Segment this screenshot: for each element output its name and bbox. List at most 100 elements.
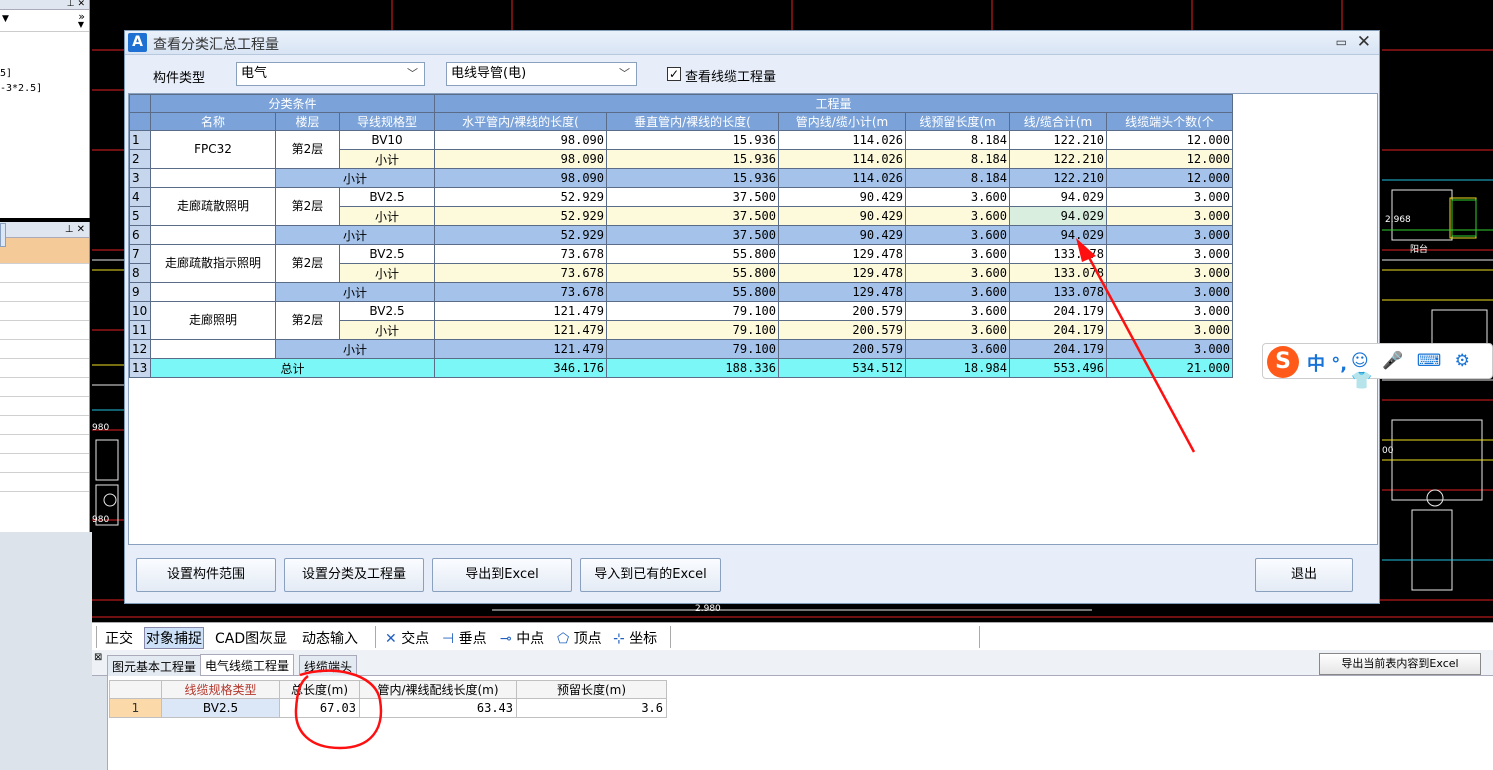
minimize-icon[interactable]: ▭ bbox=[1336, 35, 1347, 49]
quantity-cell[interactable]: 553.496 bbox=[1009, 358, 1107, 378]
quantity-cell[interactable]: 121.479 bbox=[434, 301, 607, 321]
dropdown-chevron-icon[interactable]: ▼ bbox=[78, 20, 84, 29]
quantity-cell[interactable]: 204.179 bbox=[1009, 339, 1107, 359]
panel-toggle-icon[interactable]: ⊠ bbox=[94, 652, 102, 663]
quantity-cell[interactable]: 37.500 bbox=[606, 225, 779, 245]
quantity-cell[interactable]: 37.500 bbox=[606, 187, 779, 207]
attr-row[interactable] bbox=[0, 321, 89, 340]
category-name-cell[interactable]: 走廊疏散照明 bbox=[150, 187, 276, 226]
object-snap-toggle[interactable]: 对象捕捉 bbox=[144, 627, 204, 649]
table-row[interactable]: 3 小计 98.090 15.936 114.026 8.184 122.210 12.000 bbox=[129, 168, 1233, 188]
spec-cell[interactable]: BV2.5 bbox=[339, 301, 435, 321]
spec-subtotal-cell[interactable]: 小计 bbox=[339, 263, 435, 283]
quantity-cell[interactable]: 3.600 bbox=[905, 244, 1010, 264]
quantity-cell[interactable]: 73.678 bbox=[434, 282, 607, 302]
quantity-cell[interactable]: 15.936 bbox=[606, 130, 779, 150]
quantity-cell[interactable]: 129.478 bbox=[778, 282, 906, 302]
set-category-button[interactable]: 设置分类及工程量 bbox=[284, 558, 424, 592]
reserve-length-cell[interactable]: 3.6 bbox=[516, 698, 667, 718]
quantity-cell[interactable]: 8.184 bbox=[905, 149, 1010, 169]
table-row[interactable]: 7 走廊疏散指示照明 第2层 BV2.5 73.678 55.800 129.478 3.60… bbox=[129, 244, 1233, 283]
table-row[interactable]: 1 BV2.5 67.03 63.43 3.6 bbox=[109, 698, 667, 718]
attr-row[interactable] bbox=[0, 223, 6, 247]
quantity-cell[interactable]: 121.479 bbox=[434, 320, 607, 340]
quantity-cell[interactable]: 204.179 bbox=[1009, 320, 1107, 340]
attr-row[interactable] bbox=[0, 238, 89, 264]
attr-row[interactable] bbox=[0, 397, 89, 416]
tab-basic-quantity[interactable]: 图元基本工程量 bbox=[107, 655, 202, 676]
table-row[interactable]: 12 小计 121.479 79.100 200.579 3.600 204.179 3.00… bbox=[129, 339, 1233, 359]
quantity-cell[interactable]: 79.100 bbox=[606, 320, 779, 340]
ime-mode[interactable]: 中 °, bbox=[1307, 350, 1347, 376]
quantity-cell[interactable]: 114.026 bbox=[778, 149, 906, 169]
quantity-cell[interactable]: 121.479 bbox=[434, 339, 607, 359]
intersection-snap[interactable]: ✕ 交点 bbox=[385, 628, 429, 648]
quantity-cell[interactable]: 55.800 bbox=[606, 244, 779, 264]
quantity-cell[interactable]: 133.078 bbox=[1009, 282, 1107, 302]
quantity-cell[interactable]: 3.000 bbox=[1106, 225, 1233, 245]
quantity-cell[interactable]: 90.429 bbox=[778, 225, 906, 245]
column-header[interactable]: 楼层 bbox=[275, 112, 340, 131]
quantity-cell[interactable]: 8.184 bbox=[905, 168, 1010, 188]
quantity-cell[interactable]: 200.579 bbox=[778, 339, 906, 359]
column-header[interactable]: 名称 bbox=[150, 112, 276, 131]
quantity-cell[interactable]: 52.929 bbox=[434, 225, 607, 245]
quantity-cell[interactable]: 3.000 bbox=[1106, 301, 1233, 321]
inner-length-cell[interactable]: 63.43 bbox=[359, 698, 517, 718]
tab-cable-quantity[interactable]: 电气线缆工程量 bbox=[200, 654, 295, 675]
category-name-cell[interactable]: 走廊疏散指示照明 bbox=[150, 244, 276, 283]
attr-row[interactable] bbox=[0, 378, 89, 397]
quantity-cell[interactable]: 15.936 bbox=[606, 168, 779, 188]
table-row[interactable]: 6 小计 52.929 37.500 90.429 3.600 94.029 3.000 bbox=[129, 225, 1233, 245]
quantity-cell[interactable]: 188.336 bbox=[606, 358, 779, 378]
quantity-cell[interactable]: 204.179 bbox=[1009, 301, 1107, 321]
show-cable-label[interactable]: 查看线缆工程量 bbox=[685, 66, 776, 85]
coordinate-snap[interactable]: ⊹ 坐标 bbox=[613, 628, 657, 648]
column-header[interactable]: 总长度(m) bbox=[279, 680, 360, 699]
table-row[interactable]: 9 小计 73.678 55.800 129.478 3.600 133.078 3.000 bbox=[129, 282, 1233, 302]
quantity-cell[interactable]: 90.429 bbox=[778, 187, 906, 207]
quantity-cell[interactable]: 79.100 bbox=[606, 301, 779, 321]
table-row[interactable]: 10 走廊照明 第2层 BV2.5 121.479 79.100 200.579 3.600 2… bbox=[129, 301, 1233, 340]
attr-row[interactable] bbox=[0, 473, 89, 492]
quantity-cell[interactable]: 55.800 bbox=[606, 263, 779, 283]
quantity-cell[interactable]: 18.984 bbox=[905, 358, 1010, 378]
quantity-cell[interactable]: 3.000 bbox=[1106, 263, 1233, 283]
attr-row[interactable] bbox=[0, 264, 89, 283]
spec-cell[interactable]: BV10 bbox=[339, 130, 435, 150]
close-icon[interactable]: ✕ bbox=[77, 224, 85, 235]
column-header[interactable]: 管内线/缆小计(m bbox=[778, 112, 906, 131]
attr-row[interactable] bbox=[0, 435, 89, 454]
attr-row[interactable] bbox=[0, 359, 89, 378]
quantity-cell[interactable]: 94.029 bbox=[1009, 225, 1107, 245]
component-type-select[interactable]: 电气 ﹀ bbox=[236, 62, 425, 86]
set-range-button[interactable]: 设置构件范围 bbox=[136, 558, 276, 592]
perpendicular-snap[interactable]: ⊣ 垂点 bbox=[442, 628, 487, 648]
quantity-cell[interactable]: 122.210 bbox=[1009, 168, 1107, 188]
quantity-cell[interactable]: 52.929 bbox=[434, 187, 607, 207]
column-header[interactable]: 线缆规格类型 bbox=[161, 680, 280, 699]
column-header[interactable]: 垂直管内/裸线的长度( bbox=[606, 112, 779, 131]
attr-row[interactable] bbox=[0, 340, 89, 359]
quantity-cell[interactable]: 21.000 bbox=[1106, 358, 1233, 378]
quantity-cell[interactable]: 114.026 bbox=[778, 130, 906, 150]
spec-subtotal-cell[interactable]: 小计 bbox=[339, 149, 435, 169]
quantity-cell[interactable]: 98.090 bbox=[434, 168, 607, 188]
pin-icon[interactable]: ⊥ bbox=[65, 224, 74, 235]
quantity-cell[interactable]: 3.000 bbox=[1106, 339, 1233, 359]
close-icon[interactable]: ✕ bbox=[77, 0, 85, 9]
spec-subtotal-cell[interactable]: 小计 bbox=[339, 320, 435, 340]
vertex-snap[interactable]: ⬠ 顶点 bbox=[557, 628, 602, 648]
quantity-cell[interactable]: 200.579 bbox=[778, 301, 906, 321]
column-header[interactable]: 水平管内/裸线的长度( bbox=[434, 112, 607, 131]
quantity-cell[interactable]: 129.478 bbox=[778, 244, 906, 264]
quantity-cell[interactable]: 3.000 bbox=[1106, 187, 1233, 207]
attr-row[interactable] bbox=[0, 416, 89, 435]
table-row[interactable]: 13 总计 346.176 188.336 534.512 18.984 553.496 21… bbox=[129, 358, 1233, 378]
quantity-cell[interactable]: 98.090 bbox=[434, 130, 607, 150]
pin-icon[interactable]: ⊥ bbox=[67, 0, 75, 9]
quantity-cell[interactable]: 55.800 bbox=[606, 282, 779, 302]
ortho-toggle[interactable]: 正交 bbox=[105, 628, 133, 648]
quantity-cell[interactable]: 94.029 bbox=[1009, 206, 1107, 226]
export-excel-button[interactable]: 导出到Excel bbox=[432, 558, 572, 592]
